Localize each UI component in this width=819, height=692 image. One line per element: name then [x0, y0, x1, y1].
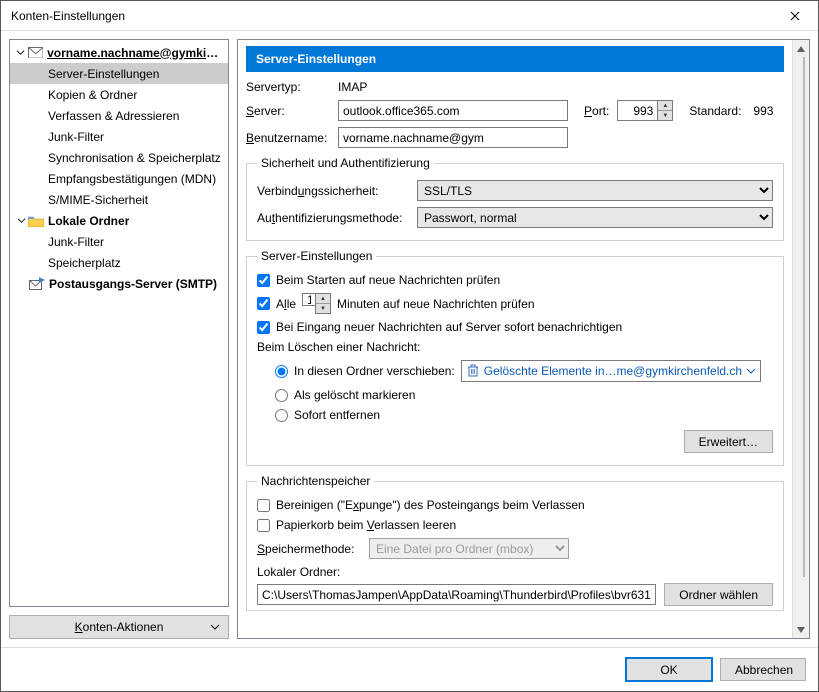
cancel-button[interactable]: Abbrechen [720, 658, 806, 681]
standard-value: 993 [753, 104, 773, 118]
dialog-body: vorname.nachname@gymkirc... Server-Einst… [1, 31, 818, 647]
username-input[interactable] [338, 127, 568, 148]
panel-header: Server-Einstellungen [246, 46, 784, 72]
chevron-down-icon [210, 620, 220, 634]
account-actions-label: Konten-Aktionen [18, 620, 220, 634]
interval-input[interactable] [302, 293, 315, 306]
tree-local-folders[interactable]: Lokale Ordner [10, 210, 228, 231]
check-empty-trash-box[interactable] [257, 519, 270, 532]
tree-item-copies[interactable]: Kopien & Ordner [10, 84, 228, 105]
trash-folder-icon [466, 363, 480, 380]
check-on-start-box[interactable] [257, 274, 270, 287]
tree-item-sync[interactable]: Synchronisation & Speicherplatz [10, 147, 228, 168]
radio-move-row: In diesen Ordner verschieben: Gelöschte … [257, 360, 773, 382]
tree-item-smime[interactable]: S/MIME-Sicherheit [10, 189, 228, 210]
ok-button[interactable]: OK [626, 658, 712, 681]
vertical-scrollbar[interactable] [792, 40, 809, 638]
titlebar: Konten-Einstellungen [1, 1, 818, 31]
port-spinner[interactable]: ▲▼ [617, 100, 673, 121]
check-every-box[interactable] [257, 297, 270, 310]
tree-item-local-disk[interactable]: Speicherplatz [10, 252, 228, 273]
tree-item-local-junk[interactable]: Junk-Filter [10, 231, 228, 252]
servertype-value: IMAP [338, 80, 367, 94]
radio-remove[interactable] [275, 409, 288, 422]
tree-item-mdn[interactable]: Empfangsbestätigungen (MDN) [10, 168, 228, 189]
radio-move[interactable] [275, 365, 288, 378]
scroll-up-icon[interactable] [793, 40, 810, 57]
browse-folder-button[interactable]: Ordner wählen [664, 583, 773, 606]
account-actions-button[interactable]: Konten-Aktionen [9, 615, 229, 639]
security-legend: Sicherheit und Authentifizierung [257, 156, 434, 170]
check-notify-box[interactable] [257, 321, 270, 334]
server-fieldset: Server-Einstellungen Beim Starten auf ne… [246, 249, 784, 466]
auth-label: Authentifizierungsmethode: [257, 211, 417, 225]
tree-item-junk[interactable]: Junk-Filter [10, 126, 228, 147]
chevron-down-icon [746, 364, 756, 378]
tree-column: vorname.nachname@gymkirc... Server-Einst… [9, 39, 229, 639]
auth-select[interactable]: Passwort, normal [417, 207, 773, 228]
close-icon [790, 11, 800, 21]
server-label: Server: [246, 104, 338, 118]
tree-smtp[interactable]: Postausgangs-Server (SMTP) [10, 273, 228, 294]
expander-icon[interactable] [14, 48, 28, 57]
connsec-label: Verbindungssicherheit: [257, 184, 417, 198]
storage-fieldset: Nachrichtenspeicher Bereinigen ("Expunge… [246, 474, 784, 611]
mail-icon [28, 47, 44, 59]
localfolder-input[interactable] [257, 584, 656, 605]
advanced-button[interactable]: Erweitert… [684, 430, 773, 453]
close-button[interactable] [772, 1, 818, 31]
expander-icon[interactable] [14, 216, 28, 225]
check-expunge[interactable]: Bereinigen ("Expunge") des Posteingangs … [257, 498, 773, 512]
storage-method-select: Eine Datei pro Ordner (mbox) [369, 538, 569, 559]
trash-folder-select[interactable]: Gelöschte Elemente in…me@gymkirchenfeld.… [461, 360, 761, 382]
tree-account-label: vorname.nachname@gymkirc... [47, 46, 222, 60]
connsec-select[interactable]: SSL/TLS [417, 180, 773, 201]
scroll-thumb[interactable] [803, 57, 805, 577]
dialog-footer: OK Abbrechen [1, 647, 818, 691]
scroll-down-icon[interactable] [793, 621, 810, 638]
folder-icon [28, 215, 44, 227]
check-on-start[interactable]: Beim Starten auf neue Nachrichten prüfen [257, 273, 773, 287]
check-empty-trash[interactable]: Papierkorb beim Verlassen leeren [257, 518, 773, 532]
radio-remove-row: Sofort entfernen [257, 408, 773, 422]
tree-account[interactable]: vorname.nachname@gymkirc... [10, 42, 228, 63]
standard-label: Standard: [689, 104, 741, 118]
server-legend: Server-Einstellungen [257, 249, 376, 263]
localfolder-label: Lokaler Ordner: [257, 565, 773, 579]
spin-down-icon[interactable]: ▼ [316, 304, 330, 313]
port-input[interactable] [617, 100, 657, 121]
storage-legend: Nachrichtenspeicher [257, 474, 374, 488]
security-fieldset: Sicherheit und Authentifizierung Verbind… [246, 156, 784, 241]
username-label: Benutzername: [246, 131, 338, 145]
radio-mark-row: Als gelöscht markieren [257, 388, 773, 402]
servertype-label: Servertyp: [246, 80, 338, 94]
port-label: Port: [584, 104, 609, 118]
interval-spinner[interactable]: ▲▼ [302, 293, 331, 314]
tree-item-server[interactable]: Server-Einstellungen [10, 63, 228, 84]
check-every: Alle ▲▼ Minuten auf neue Nachrichten prü… [257, 293, 773, 314]
server-input[interactable] [338, 100, 568, 121]
settings-panel: Server-Einstellungen Servertyp: IMAP Ser… [237, 39, 810, 639]
delete-label: Beim Löschen einer Nachricht: [257, 340, 773, 354]
radio-mark[interactable] [275, 389, 288, 402]
outgoing-icon [29, 277, 45, 291]
spin-up-icon[interactable]: ▲ [316, 294, 330, 304]
spin-down-icon[interactable]: ▼ [658, 111, 672, 120]
tree-item-compose[interactable]: Verfassen & Adressieren [10, 105, 228, 126]
window-title: Konten-Einstellungen [11, 9, 772, 23]
check-notify[interactable]: Bei Eingang neuer Nachrichten auf Server… [257, 320, 773, 334]
account-tree: vorname.nachname@gymkirc... Server-Einst… [9, 39, 229, 607]
spin-up-icon[interactable]: ▲ [658, 101, 672, 111]
check-expunge-box[interactable] [257, 499, 270, 512]
dialog-window: Konten-Einstellungen vorname.nachname@gy… [0, 0, 819, 692]
method-label: Speichermethode: [257, 542, 369, 556]
